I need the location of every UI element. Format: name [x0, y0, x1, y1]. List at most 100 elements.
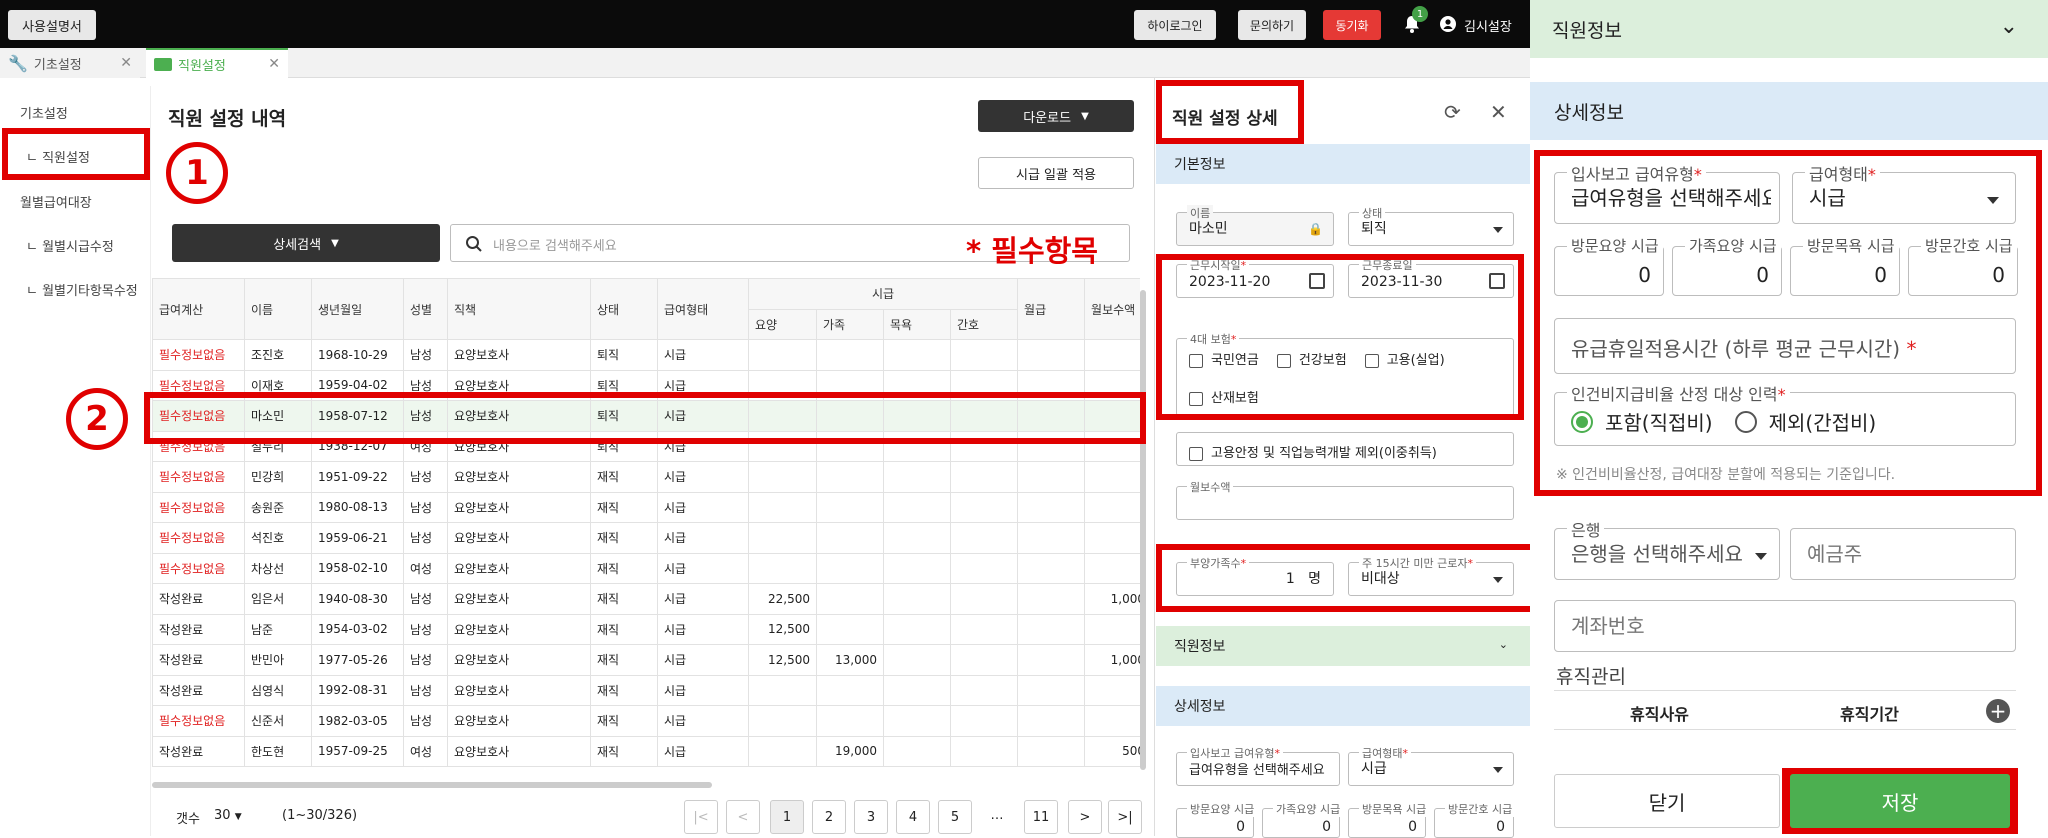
close-icon[interactable]: ✕ [1490, 100, 1507, 124]
table-row[interactable]: 작성완료임은서1940-08-30남성요양보호사재직시급22,500 1,000 [152, 583, 1140, 615]
table-row[interactable]: 작성완료 심영식 1992-08-31 남성 요양보호사 재직 시급 [152, 674, 1140, 706]
save-button[interactable]: 저장 [1790, 774, 2010, 828]
table-cell [1017, 522, 1086, 554]
add-leave-icon[interactable]: + [1986, 699, 2010, 723]
close-icon[interactable]: ✕ [120, 55, 132, 71]
table-cell: 재직 [590, 674, 658, 706]
table-row[interactable]: 작성완료한도현1957-09-25여성요양보호사재직시급 19,000 500 [152, 735, 1140, 767]
manual-button[interactable]: 사용설명서 [8, 10, 96, 40]
zoom-section-detail-info: 상세정보 [1530, 82, 2048, 140]
zoom-bank-select[interactable]: 은행 은행을 선택해주세요 [1554, 517, 1780, 580]
table-cell: 남성 [403, 705, 448, 737]
prev-page-button[interactable]: < [726, 800, 760, 834]
page-button[interactable]: 4 [896, 800, 930, 834]
field-value: 0 [1496, 819, 1505, 835]
table-row[interactable]: 필수정보없음 차상선 1958-02-10 여성 요양보호사 재직 시급 [152, 552, 1140, 584]
pay-form-select[interactable]: 급여형태* 시급 [1348, 745, 1514, 786]
monthly-pay-field[interactable]: 월보수액 [1176, 479, 1514, 520]
visit-nurse-rate-field[interactable]: 방문간호 시급 0 [1434, 801, 1516, 838]
table-cell [883, 613, 951, 645]
table-cell: 남성 [403, 674, 448, 706]
table-cell: 재직 [590, 491, 658, 523]
section-label: 직원정보 [1552, 19, 1622, 42]
report-pay-type-select[interactable]: 입사보고 급여유형* 급여유형을 선택해주세요 [1176, 745, 1340, 786]
table-row[interactable]: 필수정보없음 석진호 1959-06-21 남성 요양보호사 재직 시급 [152, 522, 1140, 554]
col-header: 목욕 [883, 308, 951, 340]
annotation-marker-1: 1 [166, 142, 228, 204]
table-cell [1084, 339, 1140, 371]
table-cell: 1951-09-22 [311, 461, 404, 493]
lock-icon: 🔒 [1308, 222, 1323, 236]
table-cell [883, 522, 951, 554]
table-row[interactable]: 작성완료 남준 1954-03-02 남성 요양보호사 재직 시급 12,500 [152, 613, 1140, 645]
table-row[interactable]: 필수정보없음 신준서 1982-03-05 남성 요양보호사 재직 시급 [152, 705, 1140, 737]
user-name[interactable]: 김시설장 [1464, 16, 1512, 35]
table-cell: 남준 [244, 613, 312, 645]
tab-staff-settings[interactable]: 직원설정 ✕ [146, 48, 288, 78]
page-button[interactable]: 5 [938, 800, 972, 834]
table-cell: 재직 [590, 583, 658, 615]
field-label: 방문간호 시급 [1445, 801, 1516, 817]
tab-basic-settings[interactable]: 🔧 기초설정 ✕ [0, 48, 140, 78]
staff-table: 급여계산 이름 생년월일 성별 직책 상태 급여형태 시급 월급 월보수액 요양… [152, 278, 1140, 767]
nav-monthly-other[interactable]: ㄴ 월별기타항목수정 [26, 280, 138, 299]
page-button[interactable]: 1 [770, 800, 804, 834]
table-cell [748, 735, 817, 767]
page-button[interactable]: 11 [1024, 800, 1058, 834]
first-page-button[interactable]: |< [684, 800, 718, 834]
table-cell [949, 613, 1019, 645]
field-placeholder: 은행을 선택해주세요 [1571, 542, 1743, 566]
table-cell: 작성완료 [152, 735, 245, 767]
sync-button[interactable]: 동기화 [1323, 10, 1381, 40]
refresh-icon[interactable]: ⟳ [1444, 100, 1461, 124]
vertical-scrollbar[interactable] [1140, 290, 1146, 770]
chevron-down-icon [1493, 227, 1503, 233]
close-button[interactable]: 닫기 [1554, 774, 1780, 828]
table-cell: 송원준 [244, 491, 312, 523]
table-row[interactable]: 필수정보없음 민강희 1951-09-22 남성 요양보호사 재직 시급 [152, 461, 1140, 493]
nav-basic[interactable]: 기초설정 [20, 103, 68, 122]
inquiry-button[interactable]: 문의하기 [1238, 10, 1306, 40]
table-cell [1017, 339, 1086, 371]
zoom-section-staff-info[interactable]: 직원정보 ⌄ [1530, 0, 2048, 58]
table-cell [1017, 613, 1086, 645]
table-row[interactable]: 필수정보없음 조진호 1968-10-29 남성 요양보호사 퇴직 시급 [152, 339, 1140, 371]
table-cell: 재직 [590, 522, 658, 554]
nav-monthly-ledger[interactable]: 월별급여대장 [20, 192, 92, 211]
detail-search-button[interactable]: 상세검색 ▼ [172, 224, 440, 262]
section-staff-info[interactable]: 직원정보 ⌄ [1156, 626, 1530, 666]
close-icon[interactable]: ✕ [268, 56, 280, 72]
last-page-button[interactable]: >| [1108, 800, 1142, 834]
table-cell [1017, 491, 1086, 523]
page-button[interactable]: 2 [812, 800, 846, 834]
family-care-rate-field[interactable]: 가족요양 시급 0 [1262, 801, 1344, 838]
table-cell [883, 461, 951, 493]
nav-monthly-hourly[interactable]: ㄴ 월별시급수정 [26, 236, 114, 255]
status-select[interactable]: 상태 퇴직 [1348, 205, 1514, 246]
table-row[interactable]: 필수정보없음 송원준 1980-08-13 남성 요양보호사 재직 시급 [152, 491, 1140, 523]
download-button[interactable]: 다운로드 ▼ [978, 100, 1134, 132]
highlight-box-nav [2, 128, 150, 180]
zoom-holder-field[interactable]: 예금주 [1790, 528, 2016, 580]
next-page-button[interactable]: > [1068, 800, 1102, 834]
table-cell: 작성완료 [152, 674, 245, 706]
visit-bath-rate-field[interactable]: 방문목욕 시급 0 [1348, 801, 1430, 838]
table-row[interactable]: 작성완료 반민아 1977-05-26 남성 요양보호사 재직 시급 12,500 13,000… [152, 644, 1140, 676]
table-cell [816, 552, 884, 584]
search-icon [465, 235, 483, 257]
table-cell [816, 522, 884, 554]
page-size-select[interactable]: 30 ▼ [214, 808, 242, 823]
zoom-account-field[interactable]: 계좌번호 [1554, 600, 2016, 652]
col-header: 휴직사유 [1630, 705, 1689, 724]
table-cell: 작성완료 [152, 644, 245, 676]
table-cell [883, 583, 951, 615]
page-button[interactable]: 3 [854, 800, 888, 834]
table-cell: 시급 [657, 491, 749, 523]
visit-care-rate-field[interactable]: 방문요양 시급 0 [1176, 801, 1258, 838]
employment-exclude-checkbox[interactable]: 고용안정 및 직업능력개발 제외(이중취득) [1176, 432, 1514, 466]
table-cell: 1,000 [1084, 583, 1140, 615]
table-cell: 시급 [657, 705, 749, 737]
bulk-apply-button[interactable]: 시급 일괄 적용 [978, 157, 1134, 189]
horizontal-scrollbar[interactable] [152, 782, 712, 788]
hi-login-button[interactable]: 하이로그인 [1134, 10, 1216, 40]
